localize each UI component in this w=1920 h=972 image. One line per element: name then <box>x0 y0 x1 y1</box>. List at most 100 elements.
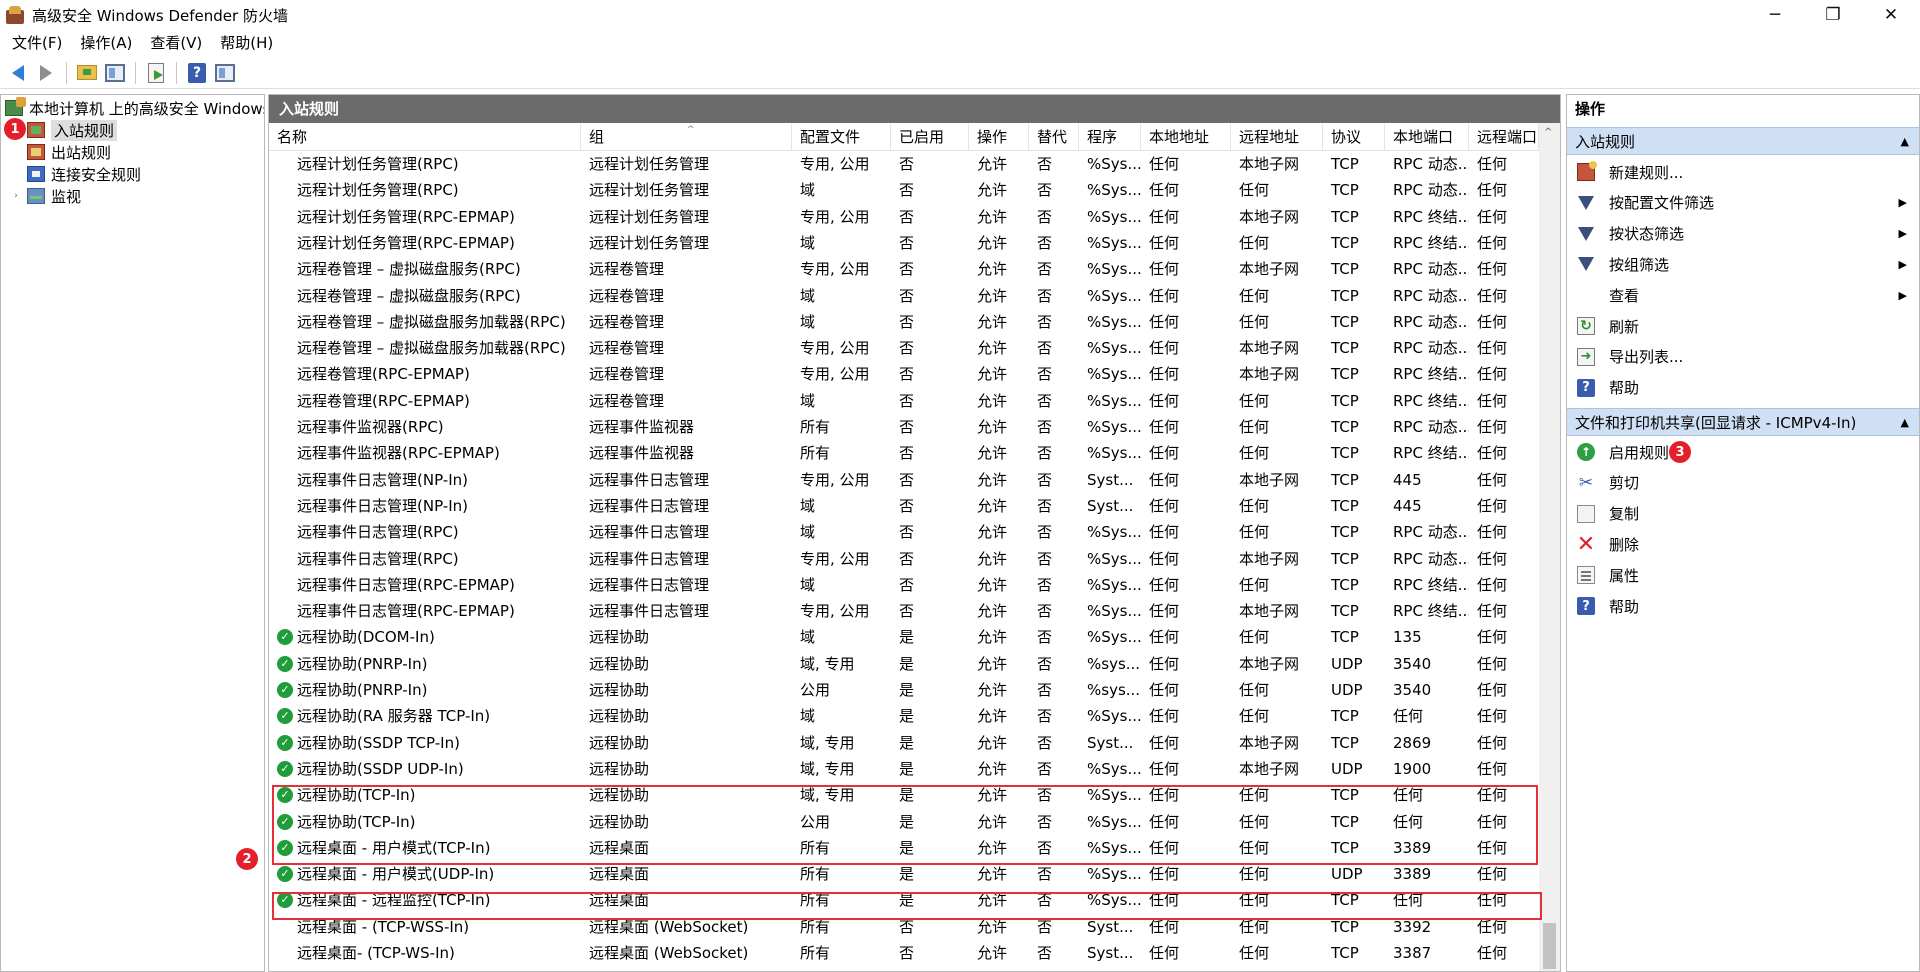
scrollbar-thumb[interactable] <box>1543 923 1556 969</box>
tree-item-inbound-rules[interactable]: 入站规则 <box>27 119 118 141</box>
minimize-button[interactable]: ─ <box>1746 0 1804 30</box>
table-cell: 远程事件日志管理 <box>589 549 710 568</box>
table-row[interactable]: 远程桌面 - (TCP-WSS-In) 远程桌面 (WebSocket) 所有 否 允许… <box>269 914 1539 940</box>
menu-view[interactable]: 查看(V) <box>141 30 211 56</box>
table-cell: 任何 <box>1477 628 1508 647</box>
action-item[interactable]: ? 帮助 <box>1567 591 1919 621</box>
vertical-scrollbar[interactable]: ^ <box>1539 123 1560 971</box>
table-row[interactable]: ✓ 远程桌面 - 用户模式(UDP-In) 远程桌面 所有是允许否 %Sys... 任何任… <box>269 861 1539 887</box>
table-row[interactable]: 远程事件日志管理(RPC-EPMAP) 远程事件日志管理 域 否 允许 否 %Sys... 任… <box>269 572 1539 598</box>
column-header[interactable]: 程序 <box>1079 123 1141 151</box>
column-header[interactable]: 已启用 <box>891 123 969 151</box>
up-level-button[interactable] <box>75 61 99 85</box>
forward-button[interactable] <box>34 61 58 85</box>
action-item[interactable]: ➜ 导出列表... <box>1567 342 1919 372</box>
column-header[interactable]: 远程端口 <box>1469 123 1539 151</box>
table-row[interactable]: ✓ 远程协助(DCOM-In) 远程协助域是允许否 %Sys... 任何 任何 TCP 135… <box>269 624 1539 650</box>
table-cell: 远程协助(SSDP UDP-In) <box>297 759 464 778</box>
column-header[interactable]: 操作 <box>969 123 1029 151</box>
action-item[interactable]: 按配置文件筛选 ▶ <box>1567 188 1919 218</box>
table-cell: 允许 <box>977 575 1008 594</box>
help-button[interactable]: ? <box>185 61 209 85</box>
menu-file[interactable]: 文件(F) <box>0 30 71 56</box>
table-cell: 远程卷管理 <box>589 286 665 305</box>
table-cell: 远程桌面 (WebSocket) <box>589 944 749 962</box>
table-cell: 专用, 公用 <box>800 260 870 279</box>
column-header[interactable]: 名称 <box>269 123 581 151</box>
action-item[interactable]: ↑ 启用规则 <box>1567 437 1919 467</box>
table-row[interactable]: ✓ 远程协助(PNRP-In) 远程协助 域, 专用是允许否 %sys... 任何 本地子网… <box>269 651 1539 677</box>
table-row[interactable]: ✓ 远程桌面 - 远程监控(TCP-In) 远程桌面 所有是允许否 %Sys... 任何任… <box>269 887 1539 913</box>
table-row[interactable]: 远程桌面- (TCP-WS-In) 远程桌面 (WebSocket) 所有 否 允许 否 S… <box>269 940 1539 966</box>
table-row[interactable]: 远程卷管理(RPC-EPMAP) 远程卷管理 专用, 公用 否 允许 否 %Sys... 任何… <box>269 361 1539 387</box>
column-header[interactable]: 组 <box>581 123 792 151</box>
collapse-caret-icon[interactable]: ▲ <box>1901 128 1909 156</box>
action-item[interactable]: ↻ 刷新 <box>1567 311 1919 341</box>
column-header[interactable]: 替代 <box>1029 123 1079 151</box>
table-row[interactable]: 远程卷管理 – 虚拟磁盘服务(RPC) 远程卷管理 专用, 公用 否 允许 否 %Sys..… <box>269 256 1539 282</box>
column-header[interactable]: 远程地址 <box>1231 123 1323 151</box>
table-row[interactable]: 远程事件日志管理(NP-In) 远程事件日志管理 专用, 公用 否 允许 否 Syst...… <box>269 467 1539 493</box>
table-cell: TCP <box>1331 444 1359 463</box>
table-row[interactable]: 远程事件日志管理(NP-In) 远程事件日志管理 域 否 允许 否 Syst... 任何 任何 T… <box>269 493 1539 519</box>
action-item[interactable]: 属性 <box>1567 560 1919 590</box>
table-row[interactable]: ✓ 远程协助(TCP-In) 远程协助 公用是允许否 %Sys... 任何 任何 TCP 任何任… <box>269 809 1539 835</box>
action-item[interactable]: 查看 ▶ <box>1567 280 1919 310</box>
table-row[interactable]: ✓ 远程协助(SSDP TCP-In) 远程协助 域, 专用是允许否 Syst... 任何… <box>269 730 1539 756</box>
column-header[interactable]: 本地地址 <box>1141 123 1231 151</box>
table-row[interactable]: ✓ 远程协助(TCP-In) 远程协助 域, 专用是允许否 %Sys... 任何 任何 TCP… <box>269 782 1539 808</box>
action-item[interactable]: 按状态筛选 ▶ <box>1567 219 1919 249</box>
table-row[interactable]: 远程计划任务管理(RPC-EPMAP) 远程计划任务管理 专用, 公用 否 允许 否 %Sy… <box>269 204 1539 230</box>
menu-action[interactable]: 操作(A) <box>71 30 141 56</box>
show-hide-tree-button[interactable] <box>103 61 127 85</box>
back-button[interactable] <box>6 61 30 85</box>
table-cell: 公用 <box>800 812 831 831</box>
scroll-up-arrow-icon[interactable]: ^ <box>1544 127 1552 138</box>
table-row[interactable]: 远程事件日志管理(RPC) 远程事件日志管理 域 否 允许 否 %Sys... 任何 任何 TCP… <box>269 519 1539 545</box>
expand-chevron-icon[interactable]: › <box>9 191 23 201</box>
menu-help[interactable]: 帮助(H) <box>211 30 282 56</box>
table-row[interactable]: 远程计划任务管理(RPC-EPMAP) 远程计划任务管理 域 否 允许 否 %Sys... 任… <box>269 230 1539 256</box>
table-cell: 否 <box>1037 365 1053 384</box>
table-cell: %sys... <box>1087 654 1141 673</box>
action-item[interactable]: ✕ 删除 <box>1567 529 1919 559</box>
maximize-button[interactable]: ❐ <box>1804 0 1862 30</box>
table-cell: 所有 <box>800 418 831 436</box>
table-row[interactable]: ✓ 远程桌面 - 用户模式(TCP-In) 远程桌面 所有是允许否 %Sys... 任何任… <box>269 835 1539 861</box>
actions-section-selected-rule[interactable]: 文件和打印机共享(回显请求 - ICMPv4-In) ▲ <box>1567 408 1919 436</box>
tree-item-monitoring[interactable]: › 监视 <box>9 185 81 207</box>
action-item[interactable]: ? 帮助 <box>1567 373 1919 403</box>
export-list-button[interactable] <box>144 61 168 85</box>
properties-icon <box>1577 566 1595 585</box>
column-header[interactable]: 本地端口 <box>1385 123 1469 151</box>
action-item[interactable]: 复制 <box>1567 499 1919 529</box>
table-row[interactable]: 远程卷管理 – 虚拟磁盘服务加载器(RPC) 远程卷管理 域 否 允许 否 %Sys... 任… <box>269 309 1539 335</box>
table-row[interactable]: 远程计划任务管理(RPC) 远程计划任务管理 专用, 公用 否 允许 否 %Sys... 任何… <box>269 151 1539 177</box>
action-item[interactable]: 新建规则... <box>1567 157 1919 187</box>
table-row[interactable]: 远程卷管理 – 虚拟磁盘服务(RPC) 远程卷管理 域 否 允许 否 %Sys... 任何 任何… <box>269 283 1539 309</box>
table-row[interactable]: ✓ 远程协助(PNRP-In) 远程协助 公用是允许否 %sys... 任何 任何 UDP 35… <box>269 677 1539 703</box>
table-row[interactable]: ✓ 远程协助(RA 服务器 TCP-In) 远程协助域是允许否 %Sys... 任何 任何… <box>269 703 1539 729</box>
close-button[interactable]: ✕ <box>1862 0 1920 30</box>
column-header[interactable]: 协议 <box>1323 123 1385 151</box>
tree-root[interactable]: 本地计算机 上的高级安全 Windows Defender 防火墙 <box>5 97 264 119</box>
tree-item-connection-security-rules[interactable]: 连接安全规则 <box>27 163 141 185</box>
table-row[interactable]: 远程卷管理 – 虚拟磁盘服务加载器(RPC) 远程卷管理 专用, 公用 否 允许 否 %Sy… <box>269 335 1539 361</box>
collapse-caret-icon[interactable]: ▲ <box>1901 409 1909 437</box>
table-row[interactable]: 远程事件日志管理(RPC-EPMAP) 远程事件日志管理 专用, 公用 否 允许 否 %Sy… <box>269 598 1539 624</box>
show-hide-action-pane-button[interactable] <box>213 61 237 85</box>
table-row[interactable]: 远程事件监视器(RPC) 远程事件监视器 所有 否 允许 否 %Sys... 任何 任何 TCP R… <box>269 414 1539 440</box>
actions-section-inbound-rules[interactable]: 入站规则 ▲ <box>1567 127 1919 155</box>
table-row[interactable]: 远程事件监视器(RPC-EPMAP) 远程事件监视器 所有 否 允许 否 %Sys... 任何… <box>269 440 1539 466</box>
action-item[interactable]: 按组筛选 ▶ <box>1567 249 1919 279</box>
column-header[interactable]: 配置文件 <box>792 123 891 151</box>
tree-item-outbound-rules[interactable]: 出站规则 <box>27 141 111 163</box>
table-row[interactable]: ✓ 远程协助(SSDP UDP-In) 远程协助 域, 专用是允许否 %Sys... 任何… <box>269 756 1539 782</box>
table-row[interactable]: 远程计划任务管理(RPC) 远程计划任务管理 域 否 允许 否 %Sys... 任何 任何 TCP… <box>269 177 1539 203</box>
table-row[interactable]: 远程事件日志管理(RPC) 远程事件日志管理 专用, 公用 否 允许 否 %Sys... 任何… <box>269 546 1539 572</box>
table-row[interactable]: 远程卷管理(RPC-EPMAP) 远程卷管理 域 否 允许 否 %Sys... 任何 任何 TCP… <box>269 388 1539 414</box>
table-cell: 允许 <box>977 628 1008 647</box>
table-cell: 远程事件日志管理(RPC-EPMAP) <box>297 602 515 621</box>
table-cell: 远程事件日志管理(RPC-EPMAP) <box>297 575 515 594</box>
action-item[interactable]: ✂ 剪切 <box>1567 468 1919 498</box>
